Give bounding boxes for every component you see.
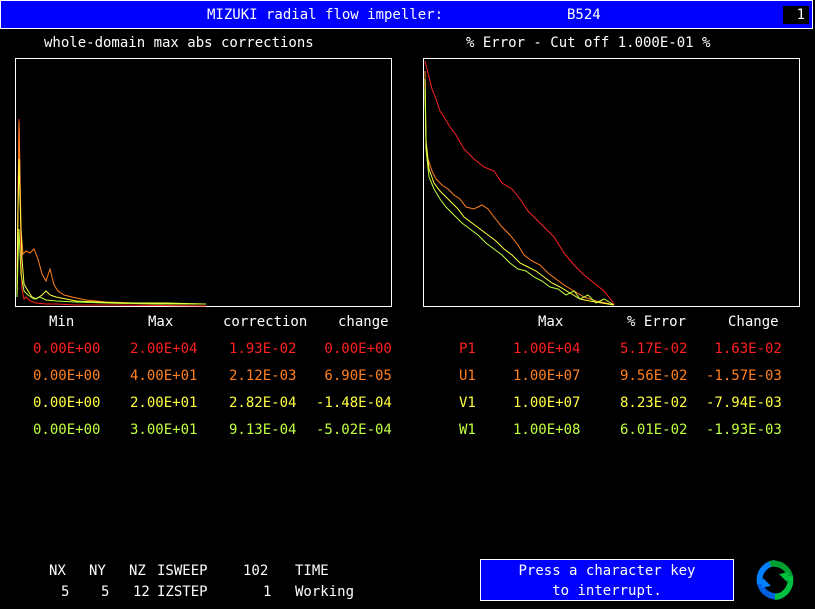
nz-label: NZ — [129, 563, 146, 579]
right-row-change: -7.94E-03 — [706, 395, 782, 411]
window-title: MIZUKI radial flow impeller: — [207, 7, 444, 23]
left-row-max: 3.00E+01 — [130, 422, 198, 438]
right-curve-u1 — [424, 70, 615, 306]
izstep-value: 1 — [263, 584, 272, 600]
left-row-correction: 2.82E-04 — [229, 395, 297, 411]
left-row-max: 4.00E+01 — [130, 368, 198, 384]
right-row-max: 1.00E+07 — [513, 395, 581, 411]
right-row-change: 1.63E-02 — [706, 341, 782, 357]
nx-value: 5 — [61, 584, 70, 600]
left-row-max: 2.00E+04 — [130, 341, 198, 357]
right-row-var: U1 — [459, 368, 476, 384]
left-plot — [15, 58, 392, 307]
right-plot-title: % Error - Cut off 1.000E-01 % — [466, 35, 711, 51]
right-plot — [423, 58, 800, 307]
left-header-change: change — [338, 314, 389, 330]
nx-label: NX — [49, 563, 66, 579]
left-row-max: 2.00E+01 — [130, 395, 198, 411]
izstep-label: IZSTEP — [157, 584, 208, 600]
right-row-var: P1 — [459, 341, 476, 357]
right-row-error: 9.56E-02 — [620, 368, 688, 384]
right-plot-canvas — [424, 60, 615, 306]
phoenics-logo-icon — [751, 556, 799, 604]
left-curve-w1 — [16, 228, 206, 305]
ny-value: 5 — [101, 584, 110, 600]
left-curve-u1 — [16, 120, 166, 304]
left-row-min: 0.00E+00 — [33, 341, 101, 357]
interrupt-prompt[interactable]: Press a character key to interrupt. — [480, 559, 734, 601]
left-header-correction: correction — [223, 314, 308, 330]
right-row-error: 8.23E-02 — [620, 395, 688, 411]
left-row-change: -1.48E-04 — [316, 395, 392, 411]
isweep-label: ISWEEP — [157, 563, 208, 579]
left-row-correction: 1.93E-02 — [229, 341, 297, 357]
title-bar: MIZUKI radial flow impeller: B524 1 — [0, 0, 813, 29]
left-row-min: 0.00E+00 — [33, 368, 101, 384]
left-header-max: Max — [148, 314, 174, 330]
left-row-min: 0.00E+00 — [33, 395, 101, 411]
window-badge: 1 — [783, 6, 809, 24]
left-row-change: 0.00E+00 — [316, 341, 392, 357]
left-row-change: 6.90E-05 — [316, 368, 392, 384]
right-row-change: -1.57E-03 — [706, 368, 782, 384]
left-row-correction: 2.12E-03 — [229, 368, 297, 384]
left-header-min: Min — [49, 314, 75, 330]
right-row-max: 1.00E+07 — [513, 368, 581, 384]
ny-label: NY — [89, 563, 106, 579]
isweep-value: 102 — [243, 563, 269, 579]
right-row-change: -1.93E-03 — [706, 422, 782, 438]
right-row-error: 6.01E-02 — [620, 422, 688, 438]
left-row-change: -5.02E-04 — [316, 422, 392, 438]
interrupt-line-2: to interrupt. — [552, 583, 662, 599]
nz-value: 12 — [133, 584, 150, 600]
right-row-max: 1.00E+08 — [513, 422, 581, 438]
time-label: TIME — [295, 563, 329, 579]
right-row-max: 1.00E+04 — [513, 341, 581, 357]
left-plot-canvas — [16, 118, 207, 307]
right-header-change: Change — [728, 314, 779, 330]
left-curve-v1 — [16, 158, 207, 305]
right-header-error: % Error — [627, 314, 687, 330]
right-row-var: W1 — [459, 422, 476, 438]
left-row-min: 0.00E+00 — [33, 422, 101, 438]
right-curve-p1 — [424, 60, 615, 306]
right-row-var: V1 — [459, 395, 476, 411]
run-id: B524 — [567, 7, 601, 23]
right-curve-w1 — [424, 88, 615, 306]
right-curve-v1 — [424, 78, 615, 306]
right-header-max: Max — [538, 314, 564, 330]
left-curve-p1 — [16, 118, 207, 307]
left-row-correction: 9.13E-04 — [229, 422, 297, 438]
interrupt-line-1: Press a character key — [518, 563, 696, 579]
right-row-error: 5.17E-02 — [620, 341, 688, 357]
time-value: Working — [295, 584, 355, 600]
left-plot-title: whole-domain max abs corrections — [44, 35, 314, 51]
